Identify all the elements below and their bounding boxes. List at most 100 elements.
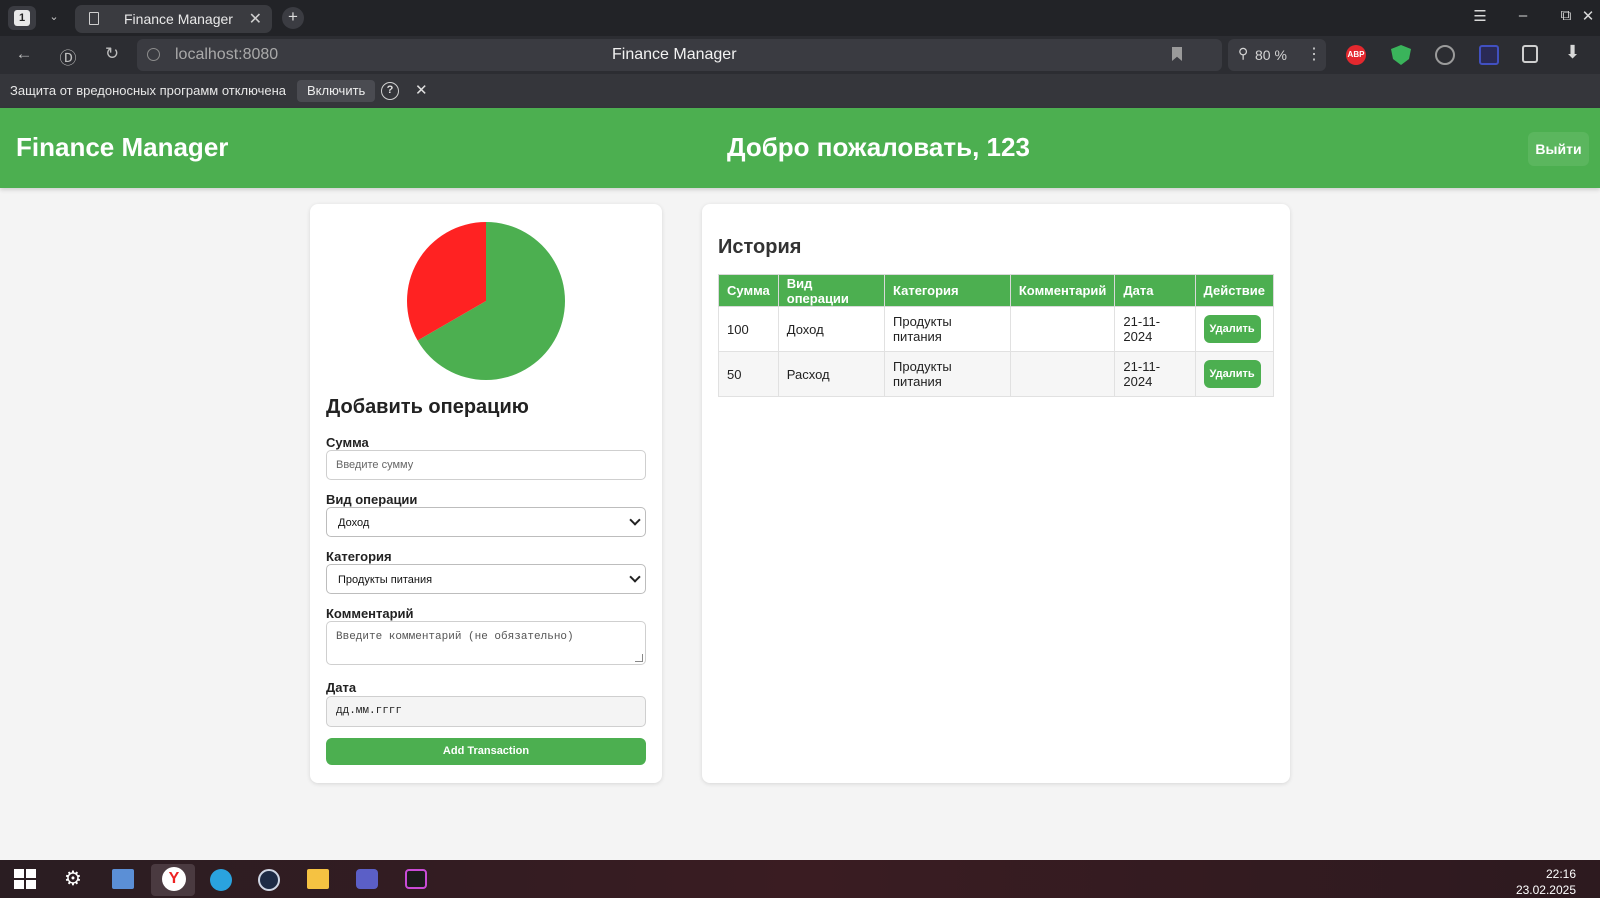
browser-tab-bar: 1 ⌄ Finance Manager ✕ + ☰ – ⧉ ✕ <box>0 0 1600 36</box>
restore-icon[interactable]: ⧉ <box>1556 7 1576 24</box>
column-header: Сумма <box>718 274 779 307</box>
amount-label: Сумма <box>326 435 369 450</box>
category-cell: Продукты питания <box>884 351 1011 397</box>
resize-handle-icon[interactable] <box>635 654 643 662</box>
page-title-text: Finance Manager <box>612 46 737 63</box>
protection-notice-bar: Защита от вредоносных программ отключена… <box>0 74 1600 108</box>
chevron-down-icon[interactable]: ⌄ <box>44 10 64 26</box>
yandex-home-icon[interactable]: Ⓓ <box>57 44 79 69</box>
settings-gear-icon[interactable]: ⚙ <box>64 866 86 890</box>
operation-type-value: Доход <box>338 517 370 529</box>
chevron-down-icon <box>629 514 641 526</box>
url-field[interactable]: localhost:8080 Finance Manager <box>137 39 1222 71</box>
app-brand: Finance Manager <box>16 132 229 162</box>
history-title: История <box>718 236 802 258</box>
column-header: Категория <box>884 274 1011 307</box>
address-bar-row: ← Ⓓ ↻ localhost:8080 Finance Manager ⚲ 8… <box>0 36 1600 74</box>
window-close-icon[interactable]: ✕ <box>1578 7 1598 25</box>
download-icon[interactable]: ⬇ <box>1565 42 1585 62</box>
document-icon <box>89 12 99 25</box>
windows-taskbar: ⚙ 22:16 23.02.2025 <box>0 860 1600 898</box>
site-info-icon[interactable] <box>147 48 160 61</box>
category-value: Продукты питания <box>338 574 433 586</box>
bookmark-icon[interactable] <box>1172 47 1182 61</box>
back-arrow-icon[interactable]: ← <box>13 44 35 64</box>
history-card: История Сумма Вид операции Категория Ком… <box>702 204 1290 783</box>
control-panel-icon[interactable] <box>112 869 134 889</box>
clock-date: 23.02.2025 <box>1515 883 1576 897</box>
windows-start-icon[interactable] <box>14 869 36 889</box>
tab-counter-button[interactable]: 1 <box>8 6 36 30</box>
table-row: 100 Доход Продукты питания 21-11-2024 Уд… <box>718 306 1275 352</box>
minimize-icon[interactable]: – <box>1513 7 1533 24</box>
date-cell: 21-11-2024 <box>1114 351 1196 397</box>
category-cell: Продукты питания <box>884 306 1011 352</box>
comment-placeholder: Введите комментарий (не обязательно) <box>336 631 574 643</box>
close-icon[interactable]: ✕ <box>249 9 262 29</box>
type-cell: Доход <box>777 306 886 352</box>
collections-icon[interactable] <box>1522 45 1538 63</box>
app-header: Finance Manager Добро пожаловать, 123 Вы… <box>0 108 1600 188</box>
comment-label: Комментарий <box>326 606 414 621</box>
column-header: Действие <box>1194 274 1275 307</box>
close-icon[interactable]: ✕ <box>415 81 428 99</box>
action-cell: Удалить <box>1194 351 1275 397</box>
zoom-level: 80 % <box>1255 47 1287 63</box>
add-transaction-button[interactable]: Add Transaction <box>326 738 646 765</box>
help-icon[interactable]: ? <box>381 82 399 100</box>
welcome-message: Добро пожаловать, 123 <box>727 132 1030 162</box>
new-tab-button[interactable]: + <box>282 7 304 29</box>
table-row: 50 Расход Продукты питания 21-11-2024 Уд… <box>718 351 1275 397</box>
globe-extension-icon[interactable] <box>1435 45 1455 65</box>
date-input[interactable]: дд.мм.гггг <box>326 696 646 727</box>
notice-text: Защита от вредоносных программ отключена <box>10 83 287 98</box>
browser-tab[interactable]: Finance Manager ✕ <box>75 5 272 33</box>
chevron-down-icon <box>629 571 641 583</box>
clock-time: 22:16 <box>1545 867 1576 881</box>
add-operation-card: Добавить операцию Сумма Вид операции Дох… <box>310 204 662 783</box>
form-title: Добавить операцию <box>326 396 529 418</box>
extension-box-icon[interactable] <box>1479 45 1499 65</box>
url-text: localhost:8080 <box>175 46 279 63</box>
category-select[interactable]: Продукты питания <box>326 564 646 594</box>
comment-cell <box>1009 306 1116 352</box>
zoom-control[interactable]: ⚲ 80 % ⋮ <box>1228 39 1326 71</box>
balance-pie-chart <box>407 222 565 380</box>
action-cell: Удалить <box>1194 306 1275 352</box>
adblock-extension-icon[interactable]: ABP <box>1346 45 1366 65</box>
amount-cell: 100 <box>718 306 779 352</box>
date-cell: 21-11-2024 <box>1114 306 1196 352</box>
column-header: Комментарий <box>1009 274 1116 307</box>
column-header: Дата <box>1114 274 1196 307</box>
teams-icon[interactable] <box>356 869 378 889</box>
steam-icon[interactable] <box>258 869 280 891</box>
shield-extension-icon[interactable] <box>1391 45 1411 65</box>
category-label: Категория <box>326 549 392 564</box>
enable-protection-button[interactable]: Включить <box>297 80 376 102</box>
file-explorer-icon[interactable] <box>307 869 329 889</box>
table-header-row: Сумма Вид операции Категория Комментарий… <box>718 274 1275 307</box>
logout-button[interactable]: Выйти <box>1528 132 1589 166</box>
zoom-icon: ⚲ <box>1238 45 1249 61</box>
amount-cell: 50 <box>718 351 779 397</box>
telegram-icon[interactable] <box>210 869 232 891</box>
comment-textarea[interactable]: Введите комментарий (не обязательно) <box>326 621 646 665</box>
tab-title: Finance Manager <box>124 11 233 27</box>
date-label: Дата <box>326 680 357 695</box>
goland-icon[interactable] <box>405 869 427 889</box>
operation-type-label: Вид операции <box>326 492 418 507</box>
tab-count: 1 <box>14 10 30 26</box>
operation-type-select[interactable]: Доход <box>326 507 646 537</box>
reload-icon[interactable]: ↻ <box>101 44 123 64</box>
more-menu-icon[interactable]: ⋮ <box>1306 44 1322 64</box>
comment-cell <box>1009 351 1116 397</box>
column-header: Вид операции <box>777 274 886 307</box>
history-table: Сумма Вид операции Категория Комментарий… <box>718 274 1275 397</box>
delete-button[interactable]: Удалить <box>1203 360 1261 388</box>
yandex-browser-icon[interactable]: Y <box>162 867 186 891</box>
type-cell: Расход <box>777 351 886 397</box>
delete-button[interactable]: Удалить <box>1203 315 1261 343</box>
amount-input[interactable] <box>326 450 646 480</box>
hamburger-menu-icon[interactable]: ☰ <box>1470 7 1490 25</box>
system-clock[interactable]: 22:16 23.02.2025 <box>1516 866 1576 898</box>
